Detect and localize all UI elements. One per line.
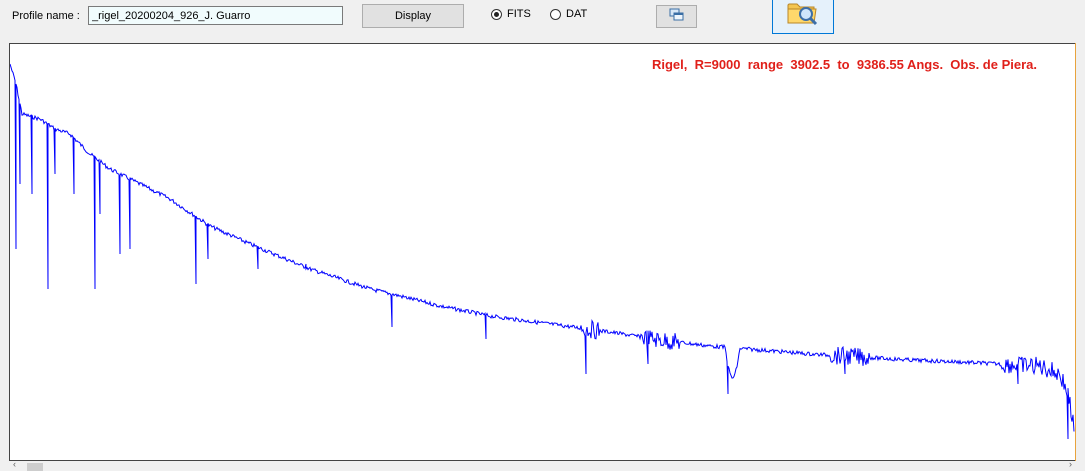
- profile-name-label: Profile name :: [12, 10, 80, 22]
- plot-edge-marker: [1075, 43, 1076, 461]
- radio-fits-label: FITS: [507, 8, 531, 20]
- open-folder-button[interactable]: [772, 0, 834, 34]
- scroll-right-arrow-icon[interactable]: ›: [1069, 459, 1072, 469]
- radio-fits[interactable]: FITS: [491, 8, 531, 20]
- folder-search-icon: [786, 0, 820, 30]
- radio-dat[interactable]: DAT: [550, 8, 587, 20]
- spectrum-plot[interactable]: Rigel, R=9000 range 3902.5 to 9386.55 An…: [9, 43, 1076, 461]
- plot-title: Rigel, R=9000 range 3902.5 to 9386.55 An…: [651, 57, 1037, 72]
- spectrum-svg: [10, 63, 1075, 440]
- scroll-thumb[interactable]: [27, 463, 43, 471]
- radio-fits-indicator[interactable]: [491, 8, 502, 20]
- radio-dat-label: DAT: [566, 8, 588, 20]
- spectrum-line: [10, 63, 1075, 440]
- radio-dat-indicator[interactable]: [550, 8, 561, 20]
- display-button[interactable]: Display: [362, 4, 464, 28]
- copy-windows-icon: [669, 8, 685, 25]
- copy-button[interactable]: [656, 5, 697, 28]
- horizontal-scrollbar[interactable]: ‹ ›: [9, 459, 1076, 471]
- scroll-left-arrow-icon[interactable]: ‹: [13, 459, 16, 469]
- profile-name-input[interactable]: [88, 6, 343, 25]
